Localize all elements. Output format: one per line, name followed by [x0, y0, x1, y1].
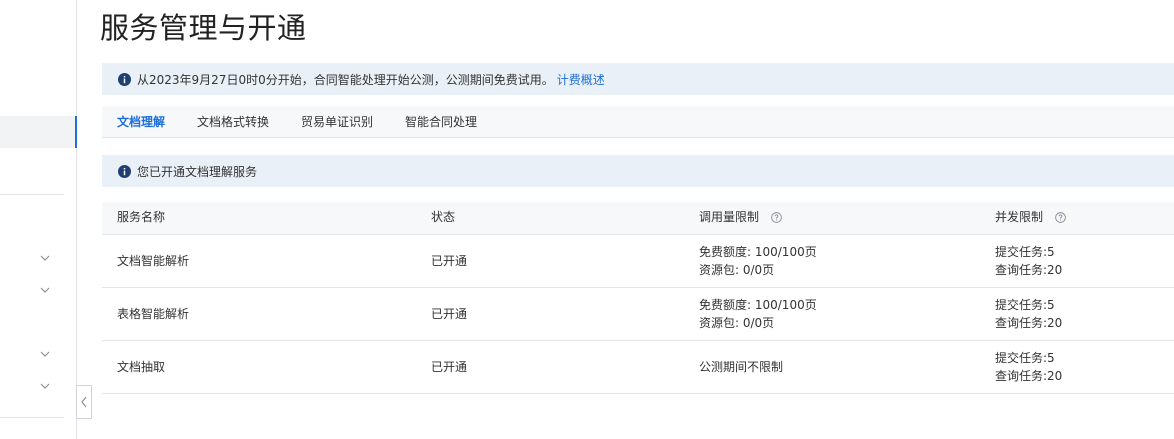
tab-trade-doc-recognition[interactable]: 贸易单证识别 — [301, 106, 373, 137]
table-row: 表格智能解析 已开通 免费额度: 100/100页 资源包: 0/0页 提交任务:… — [102, 288, 1174, 341]
tab-doc-format-conversion[interactable]: 文档格式转换 — [197, 106, 269, 137]
service-name: 文档抽取 — [117, 360, 166, 374]
resource-pack: 资源包: 0/0页 — [699, 316, 775, 330]
chevron-down-icon[interactable] — [40, 253, 50, 263]
service-table: 服务名称 状态 调用量限制 并发限制 文档智能解析 已开通 免费额度: 100/… — [102, 202, 1174, 394]
header-call-limit: 调用量限制 — [699, 202, 782, 233]
call-limit-value: 公测期间不限制 — [699, 360, 784, 374]
header-label: 调用量限制 — [699, 210, 760, 224]
header-service-name: 服务名称 — [117, 202, 165, 233]
pricing-overview-link[interactable]: 计费概述 — [557, 71, 605, 88]
header-label: 状态 — [431, 210, 456, 224]
service-name: 文档智能解析 — [117, 254, 190, 268]
table-header: 服务名称 状态 调用量限制 并发限制 — [102, 202, 1174, 235]
header-label: 服务名称 — [117, 210, 166, 224]
chevron-down-icon[interactable] — [40, 285, 50, 295]
sidebar — [0, 0, 77, 439]
query-task-limit: 查询任务:20 — [995, 369, 1063, 383]
submit-task-limit: 提交任务:5 — [995, 298, 1055, 312]
sidebar-divider — [0, 194, 64, 195]
sidebar-collapse-button[interactable] — [76, 385, 92, 419]
query-task-limit: 查询任务:20 — [995, 263, 1063, 277]
status-text: 您已开通文档理解服务 — [137, 164, 258, 179]
sidebar-divider — [0, 417, 64, 418]
tab-doc-understanding[interactable]: 文档理解 — [117, 106, 165, 137]
status-value: 已开通 — [431, 254, 468, 268]
info-icon — [118, 164, 131, 178]
submit-task-limit: 提交任务:5 — [995, 245, 1055, 259]
status-value: 已开通 — [431, 307, 468, 321]
notice-banner: 从2023年9月27日0时0分开始，合同智能处理开始公测，公测期间免费试用。 计… — [102, 63, 1174, 95]
chevron-down-icon[interactable] — [40, 381, 50, 391]
notice-text: 从2023年9月27日0时0分开始，合同智能处理开始公测，公测期间免费试用。 — [137, 72, 554, 87]
table-row: 文档智能解析 已开通 免费额度: 100/100页 资源包: 0/0页 提交任务:… — [102, 235, 1174, 288]
service-tabs: 文档理解 文档格式转换 贸易单证识别 智能合同处理 — [102, 106, 1174, 138]
chevron-left-icon — [81, 396, 87, 408]
table-row: 文档抽取 已开通 公测期间不限制 提交任务:5 查询任务:20 — [102, 341, 1174, 394]
free-quota: 免费额度: 100/100页 — [699, 298, 817, 312]
header-status: 状态 — [431, 202, 455, 233]
query-task-limit: 查询任务:20 — [995, 316, 1063, 330]
question-icon[interactable] — [1055, 212, 1066, 223]
sidebar-item-active[interactable] — [0, 116, 77, 148]
status-value: 已开通 — [431, 360, 468, 374]
submit-task-limit: 提交任务:5 — [995, 351, 1055, 365]
resource-pack: 资源包: 0/0页 — [699, 263, 775, 277]
page-title: 服务管理与开通 — [100, 11, 307, 45]
question-icon[interactable] — [771, 212, 782, 223]
header-label: 并发限制 — [995, 210, 1044, 224]
info-icon — [118, 72, 131, 86]
free-quota: 免费额度: 100/100页 — [699, 245, 817, 259]
tab-smart-contract[interactable]: 智能合同处理 — [405, 106, 477, 137]
chevron-down-icon[interactable] — [40, 349, 50, 359]
header-concurrency-limit: 并发限制 — [995, 202, 1066, 233]
service-name: 表格智能解析 — [117, 307, 190, 321]
status-banner: 您已开通文档理解服务 — [102, 155, 1174, 187]
